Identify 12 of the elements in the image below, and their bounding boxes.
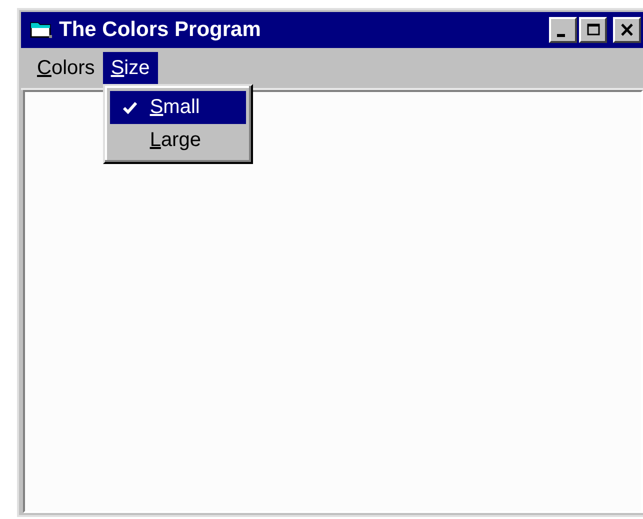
menu-option[interactable]: Large	[110, 124, 246, 157]
minimize-icon	[557, 34, 565, 36]
menu-option[interactable]: Small	[110, 91, 246, 124]
folder-icon	[29, 20, 53, 40]
minimize-button[interactable]	[549, 17, 577, 43]
close-icon	[619, 22, 635, 38]
maximize-button[interactable]	[579, 17, 607, 43]
window-title: The Colors Program	[59, 18, 262, 42]
maximize-icon	[585, 22, 601, 38]
menu-item[interactable]: Colors	[29, 52, 103, 84]
close-button[interactable]	[613, 17, 641, 43]
menu-item[interactable]: Size	[102, 52, 158, 84]
